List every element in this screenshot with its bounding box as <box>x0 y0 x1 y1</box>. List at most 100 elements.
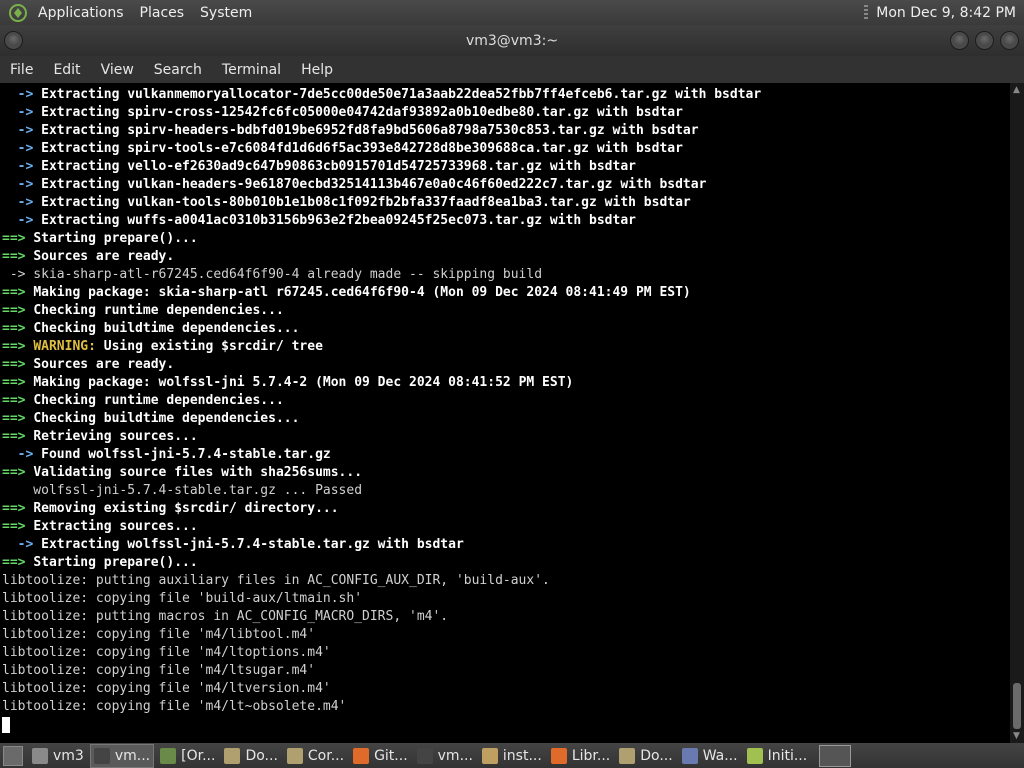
terminal-line: libtoolize: copying file 'm4/ltsugar.m4' <box>2 662 761 680</box>
taskbar-task[interactable]: Do... <box>221 745 280 767</box>
terminal-line: -> Extracting spirv-cross-12542fc6fc0500… <box>2 104 761 122</box>
terminal-text: Extracting spirv-tools-e7c6084fd1d6d6f5a… <box>41 141 683 156</box>
terminal-icon <box>93 747 110 764</box>
taskbar-task[interactable]: Git... <box>350 745 411 767</box>
terminal-line: -> Extracting spirv-tools-e7c6084fd1d6d6… <box>2 140 761 158</box>
taskbar-task-label: Initi... <box>767 747 808 764</box>
taskbar-task[interactable]: vm... <box>414 745 476 767</box>
window-icon <box>681 747 698 764</box>
terminal-text: ==> <box>2 465 34 480</box>
terminal-text: ==> <box>2 429 34 444</box>
menu-file[interactable]: File <box>0 62 43 78</box>
terminal-line: -> Extracting vello-ef2630ad9c647b90863c… <box>2 158 761 176</box>
menu-edit[interactable]: Edit <box>43 62 90 78</box>
terminal-text: libtoolize: putting auxiliary files in A… <box>2 573 550 588</box>
taskbar-task-label: inst... <box>502 747 542 764</box>
taskbar-task[interactable]: Libr... <box>548 745 613 767</box>
taskbar-task[interactable]: vm... <box>89 743 155 768</box>
terminal-text: Extracting vulkan-tools-80b010b1e1b08c1f… <box>41 195 691 210</box>
menu-view[interactable]: View <box>91 62 144 78</box>
menu-search[interactable]: Search <box>144 62 212 78</box>
terminal-text: libtoolize: copying file 'm4/ltsugar.m4' <box>2 663 316 678</box>
terminal-line: -> Extracting wuffs-a0041ac0310b3156b963… <box>2 212 761 230</box>
clock[interactable]: Mon Dec 9, 8:42 PM <box>872 5 1024 21</box>
menu-help[interactable]: Help <box>291 62 343 78</box>
scrollbar-thumb[interactable] <box>1013 683 1021 729</box>
taskbar-task-label: Cor... <box>307 747 345 764</box>
window-menu-button[interactable] <box>4 31 23 50</box>
terminal-text: Extracting spirv-headers-bdbfd019be6952f… <box>41 123 699 138</box>
minimize-button[interactable] <box>950 31 969 50</box>
taskbar-task[interactable]: Cor... <box>284 745 347 767</box>
terminal-text: Extracting sources... <box>33 519 198 534</box>
terminal-text: Starting prepare()... <box>33 231 198 246</box>
terminal-text: -> <box>2 141 42 156</box>
terminal-line: ==> Retrieving sources... <box>2 428 761 446</box>
workspace-switcher[interactable] <box>819 744 852 767</box>
terminal-text: libtoolize: copying file 'm4/libtool.m4' <box>2 627 316 642</box>
terminal-text: Validating source files with sha256sums.… <box>33 465 363 480</box>
terminal-line: ==> Extracting sources... <box>2 518 761 536</box>
terminal-line: libtoolize: copying file 'm4/lt~obsolete… <box>2 698 761 716</box>
terminal-line: libtoolize: copying file 'm4/libtool.m4' <box>2 626 761 644</box>
menu-terminal[interactable]: Terminal <box>212 62 291 78</box>
terminal-output[interactable]: -> Extracting vulkanmemoryallocator-7de5… <box>0 83 1010 743</box>
window-title: vm3@vm3:~ <box>465 32 559 49</box>
taskbar-task[interactable]: Do... <box>616 745 675 767</box>
places-menu[interactable]: Places <box>132 5 193 21</box>
taskbar-task[interactable]: Wa... <box>679 745 741 767</box>
taskbar-task[interactable]: vm3 <box>29 745 87 767</box>
terminal-text: ==> <box>2 375 34 390</box>
taskbar-task-label: Do... <box>245 747 278 764</box>
show-desktop-button[interactable] <box>3 745 23 766</box>
maximize-button[interactable] <box>975 31 994 50</box>
terminal-text: Making package: skia-sharp-atl r67245.ce… <box>33 285 691 300</box>
terminal-line: libtoolize: putting auxiliary files in A… <box>2 572 761 590</box>
terminal-line: -> skia-sharp-atl-r67245.ced64f6f90-4 al… <box>2 266 761 284</box>
terminal-text: ==> <box>2 285 34 300</box>
script-icon <box>160 747 177 764</box>
firefox-icon <box>550 747 567 764</box>
terminal-text: ==> <box>2 321 34 336</box>
terminal-text: Starting prepare()... <box>33 555 198 570</box>
scroll-up-icon[interactable]: ▲ <box>1013 85 1020 95</box>
system-menu[interactable]: System <box>192 5 260 21</box>
terminal-line: libtoolize: copying file 'm4/ltoptions.m… <box>2 644 761 662</box>
terminal-line: ==> Removing existing $srcdir/ directory… <box>2 500 761 518</box>
app-icon <box>746 747 763 764</box>
terminal-text: -> <box>2 537 42 552</box>
terminal-text: -> <box>2 195 42 210</box>
terminal-scrollbar[interactable]: ▲ ▼ <box>1010 83 1024 743</box>
window-titlebar[interactable]: vm3@vm3:~ <box>0 25 1024 56</box>
terminal-text: Extracting vulkan-headers-9e61870ecbd325… <box>41 177 707 192</box>
terminal-text: Retrieving sources... <box>33 429 198 444</box>
taskbar-task-label: Libr... <box>571 747 611 764</box>
terminal-line: ==> Making package: wolfssl-jni 5.7.4-2 … <box>2 374 761 392</box>
terminal-text: ==> <box>2 303 34 318</box>
scroll-down-icon[interactable]: ▼ <box>1013 731 1020 741</box>
terminal-text: Checking buildtime dependencies... <box>33 411 300 426</box>
terminal-text: Using existing $srcdir/ tree <box>95 339 323 354</box>
task-list: vm3 vm... [Or... Do... Cor... Git... vm... inst… <box>29 743 813 768</box>
terminal-line: -> Extracting vulkanmemoryallocator-7de5… <box>2 86 762 104</box>
terminal-line: wolfssl-jni-5.7.4-stable.tar.gz ... Pass… <box>2 482 761 500</box>
terminal-text: ==> <box>2 393 34 408</box>
terminal-text: Extracting wolfssl-jni-5.7.4-stable.tar.… <box>41 537 464 552</box>
terminal-text: libtoolize: copying file 'm4/lt~obsolete… <box>2 699 347 714</box>
applications-menu[interactable]: Applications <box>30 5 132 21</box>
terminal-line: ==> Validating source files with sha256s… <box>2 464 761 482</box>
taskbar-task-label: vm3 <box>53 747 84 764</box>
text-editor-icon <box>481 747 498 764</box>
terminal-text: ==> <box>2 357 34 372</box>
taskbar-task[interactable]: Initi... <box>744 745 811 767</box>
folder-icon <box>619 747 636 764</box>
taskbar-task[interactable]: inst... <box>479 745 545 767</box>
terminal-line: ==> Starting prepare()... <box>2 554 761 572</box>
distro-logo-icon[interactable] <box>8 3 28 23</box>
taskbar-task[interactable]: [Or... <box>157 745 218 767</box>
terminal-text: -> <box>2 213 42 228</box>
terminal-text: ==> <box>2 519 34 534</box>
terminal-text: -> <box>2 177 42 192</box>
close-button[interactable] <box>1000 31 1019 50</box>
terminal-text: ==> <box>2 411 34 426</box>
